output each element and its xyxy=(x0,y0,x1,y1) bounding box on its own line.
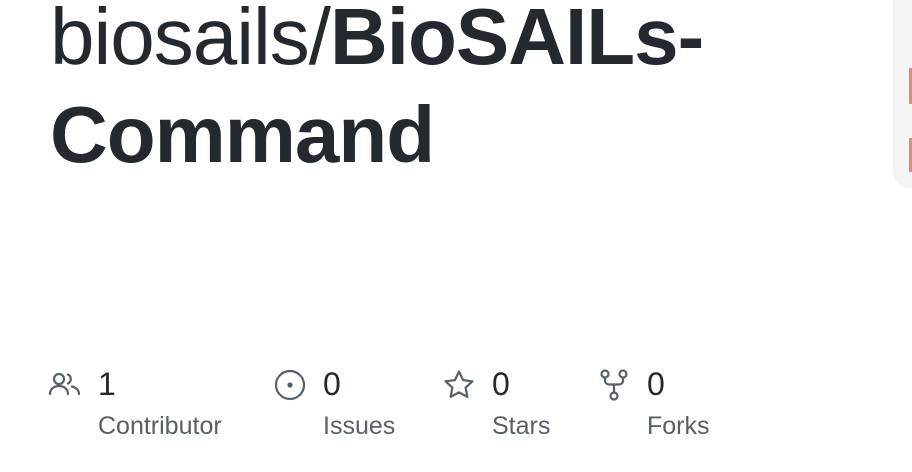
people-icon xyxy=(48,368,82,402)
side-preview-card xyxy=(893,0,912,188)
repo-stats: 1 Contributor 0 Issues 0 Stars 0 Forks xyxy=(0,360,912,450)
contributors-label: Contributor xyxy=(98,412,222,440)
forks-label: Forks xyxy=(647,412,710,440)
repo-title: biosails/BioSAILs-Command xyxy=(50,0,850,184)
stars-count: 0 xyxy=(492,366,510,402)
contributors-count: 1 xyxy=(98,366,116,402)
star-icon xyxy=(442,368,476,402)
stars-label: Stars xyxy=(492,412,551,440)
issue-circle-icon xyxy=(273,368,307,402)
issues-label: Issues xyxy=(323,412,396,440)
fork-icon xyxy=(597,368,631,402)
repo-owner[interactable]: biosails/ xyxy=(50,0,331,81)
forks-count: 0 xyxy=(647,366,665,402)
issues-count: 0 xyxy=(323,366,341,402)
